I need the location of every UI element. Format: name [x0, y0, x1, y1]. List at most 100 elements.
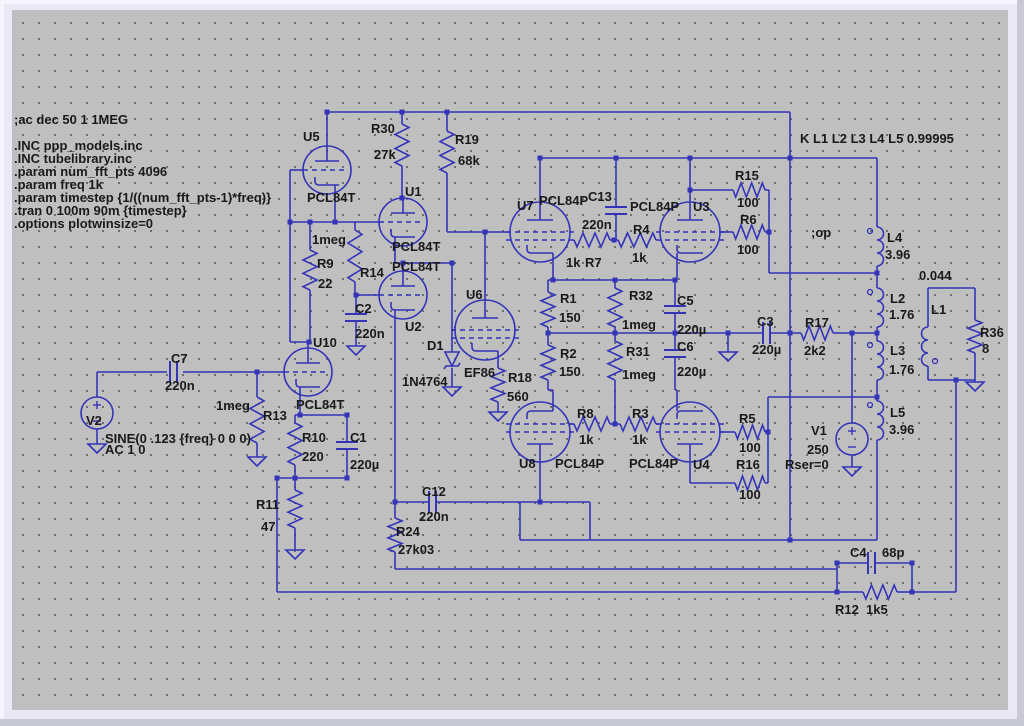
tube-U5[interactable]	[303, 146, 351, 194]
label-V2[interactable]: V2	[86, 413, 102, 428]
label-R36[interactable]: R36	[980, 325, 1004, 340]
label-R19[interactable]: R19	[455, 132, 479, 147]
label-C7[interactable]: C7	[171, 351, 188, 366]
tube-U6[interactable]	[451, 300, 519, 360]
spice-directive[interactable]: ;op	[811, 225, 831, 240]
label-R30[interactable]: 27k	[374, 147, 396, 162]
label-L2[interactable]: L2	[890, 291, 905, 306]
label-R6[interactable]: 100	[737, 242, 759, 257]
label-L1[interactable]: 0.044	[919, 268, 952, 283]
inductor-L5[interactable]	[877, 401, 884, 440]
label-C13[interactable]: 220n	[582, 217, 612, 232]
tube-U10[interactable]	[284, 348, 332, 396]
label-R5[interactable]: R5	[739, 411, 756, 426]
label-R1[interactable]: 150	[559, 310, 581, 325]
ground-icon[interactable]	[489, 412, 507, 421]
label-R24[interactable]: 27k03	[398, 542, 434, 557]
label-L2[interactable]: 1.76	[889, 307, 914, 322]
resistor-R9[interactable]	[303, 250, 317, 290]
label-U5[interactable]: U5	[303, 129, 320, 144]
spice-directive[interactable]: K L1 L2 L3 L4 L5 0.99995	[800, 131, 954, 146]
resistor-R30[interactable]	[395, 124, 409, 166]
schematic-canvas[interactable]: ;ac dec 50 1 1MEG.INC ppp_models.inc.INC…	[12, 10, 1008, 710]
resistor-R10[interactable]	[288, 423, 302, 465]
label-D1[interactable]: 1N4764	[402, 374, 448, 389]
label-U3[interactable]: U3	[693, 199, 710, 214]
resistor-R7[interactable]	[574, 233, 610, 247]
resistor-R2[interactable]	[541, 345, 555, 380]
label-R9[interactable]: R9	[317, 256, 334, 271]
label-R2[interactable]: 150	[559, 364, 581, 379]
label-C3[interactable]: C3	[757, 314, 774, 329]
label-C3[interactable]: 220µ	[752, 342, 781, 357]
label-R36[interactable]: 8	[982, 341, 989, 356]
label-V2[interactable]: AC 1 0	[105, 442, 145, 457]
label-R16[interactable]: 100	[739, 487, 761, 502]
label-D1[interactable]: D1	[427, 338, 444, 353]
label-C12[interactable]: C12	[422, 484, 446, 499]
label-C12[interactable]: 220n	[419, 509, 449, 524]
label-C13[interactable]: C13	[588, 189, 612, 204]
ground-icon[interactable]	[719, 352, 737, 361]
resistor-R6[interactable]	[733, 225, 765, 239]
resistor-R11[interactable]	[288, 490, 302, 528]
label-C7[interactable]: 220n	[165, 378, 195, 393]
label-R14[interactable]: 1meg	[312, 232, 346, 247]
label-C4[interactable]: C4	[850, 545, 867, 560]
label-R3[interactable]: R3	[632, 406, 649, 421]
label-U4[interactable]: U4	[693, 457, 710, 472]
tube-U2[interactable]	[379, 271, 427, 319]
label-R7[interactable]: R7	[585, 255, 602, 270]
label-R2[interactable]: R2	[560, 346, 577, 361]
spice-directive[interactable]: .options plotwinsize=0	[14, 216, 153, 231]
label-V1[interactable]: V1	[811, 423, 827, 438]
label-C2[interactable]: 220n	[355, 326, 385, 341]
label-R32[interactable]: R32	[629, 288, 653, 303]
label-U10[interactable]: U10	[313, 335, 337, 350]
label-L5[interactable]: L5	[890, 405, 905, 420]
label-R32[interactable]: 1meg	[622, 317, 656, 332]
label-U2[interactable]: U2	[405, 319, 422, 334]
tube-U8[interactable]	[506, 402, 574, 462]
label-C1[interactable]: 220µ	[350, 457, 379, 472]
label-L1[interactable]: L1	[931, 302, 946, 317]
label-R10[interactable]: 220	[302, 449, 324, 464]
ground-icon[interactable]	[88, 444, 106, 453]
label-L3[interactable]: 1.76	[889, 362, 914, 377]
label-R4[interactable]: R4	[633, 222, 650, 237]
tube-U4[interactable]	[656, 402, 724, 462]
label-R15[interactable]: R15	[735, 168, 759, 183]
label-R4[interactable]: 1k	[632, 250, 647, 265]
label-R24[interactable]: R24	[396, 524, 421, 539]
label-R11[interactable]: R11	[256, 497, 279, 512]
label-R3[interactable]: 1k	[632, 432, 647, 447]
label-V1[interactable]: Rser=0	[785, 457, 829, 472]
label-C5[interactable]: C5	[677, 293, 694, 308]
resistor-R5[interactable]	[735, 425, 765, 439]
label-U4[interactable]: PCL84P	[629, 456, 678, 471]
label-R31[interactable]: 1meg	[622, 367, 656, 382]
label-U8[interactable]: U8	[519, 456, 536, 471]
label-L4[interactable]: L4	[887, 230, 903, 245]
diode-D1[interactable]	[445, 352, 459, 366]
label-U7[interactable]: PCL84P	[539, 193, 588, 208]
resistor-R19[interactable]	[440, 131, 454, 173]
label-C2[interactable]: C2	[355, 301, 372, 316]
label-R5[interactable]: 100	[739, 440, 761, 455]
label-R30[interactable]: R30	[371, 121, 395, 136]
inductor-L1[interactable]	[922, 327, 928, 366]
label-R31[interactable]: R31	[626, 344, 650, 359]
label-U6[interactable]: U6	[466, 287, 483, 302]
label-R8[interactable]: R8	[577, 406, 594, 421]
ground-icon[interactable]	[286, 550, 304, 559]
label-C5[interactable]: 220µ	[677, 322, 706, 337]
label-V1[interactable]: 250	[807, 442, 829, 457]
label-R15[interactable]: 100	[737, 195, 759, 210]
label-R13[interactable]: 1meg	[216, 398, 250, 413]
spice-directive[interactable]: ;ac dec 50 1 1MEG	[14, 112, 128, 127]
label-R12[interactable]: R12	[835, 602, 859, 617]
resistor-R32[interactable]	[608, 288, 622, 327]
label-R10[interactable]: R10	[302, 430, 326, 445]
label-R12[interactable]: 1k5	[866, 602, 888, 617]
resistor-R31[interactable]	[608, 341, 622, 380]
